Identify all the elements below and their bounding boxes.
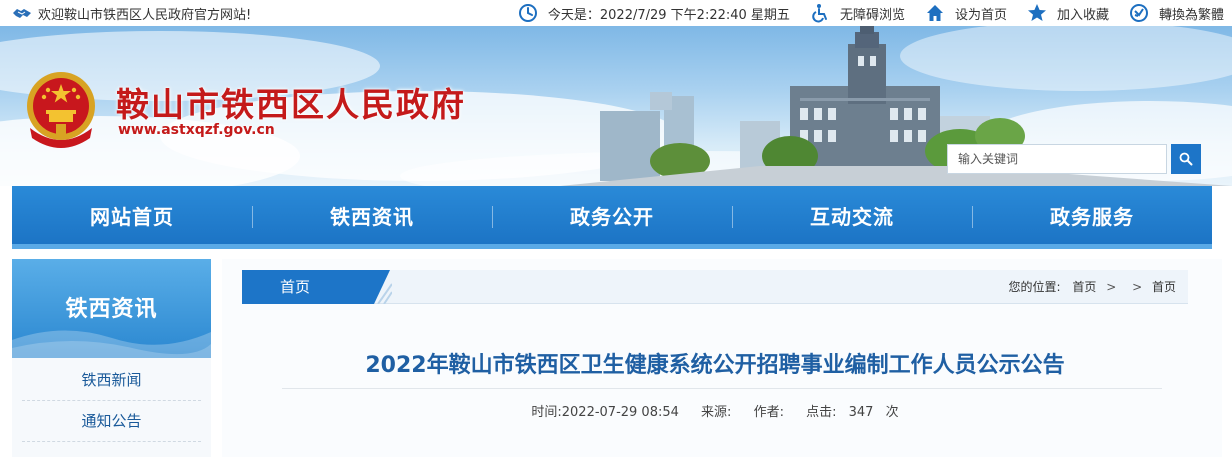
sidebar-header: 铁西资讯 [12,259,211,358]
sidebar-wave-decoration [12,330,211,358]
clock-icon [518,4,537,22]
breadcrumb-separator: > [1132,280,1143,294]
clicks-value: 347 [848,405,874,420]
date-value: 2022/7/29 下午2:22:40 星期五 [599,7,790,23]
date-display: 今天是： 2022/7/29 下午2:22:40 星期五 [518,3,790,23]
set-home-label: 设为首页 [954,7,1007,23]
search-icon [1179,152,1193,166]
accessibility-link[interactable]: 无障碍浏览 [810,3,905,23]
top-utility-links: 今天是： 2022/7/29 下午2:22:40 星期五 无障碍浏览 设为首页 … [498,2,1224,24]
add-favorite-label: 加入收藏 [1056,7,1109,23]
location-label: 您的位置: [1008,280,1061,294]
home-icon [926,5,943,21]
breadcrumb-tab: 首页 [242,270,390,304]
sidebar-item-notices[interactable]: 通知公告 [22,401,201,442]
traditional-chinese-link[interactable]: 轉換為繁體 [1129,3,1224,23]
sidebar-menu: 铁西新闻 通知公告 [12,358,211,457]
article-title: 2022年鞍山市铁西区卫生健康系统公开招聘事业编制工作人员公示公告 [365,353,1065,378]
wheelchair-icon [812,4,827,23]
national-emblem-icon [27,72,95,148]
nav-item-services[interactable]: 政务服务 [972,186,1212,244]
article-meta: 时间:2022-07-29 08:54 来源: 作者: 点击: 347 次 [242,401,1188,420]
breadcrumb-path: 您的位置: 首页 > > 首页 [1008,270,1176,304]
title-divider [282,388,1162,389]
nav-item-government-affairs[interactable]: 政务公开 [492,186,732,244]
time-value: 2022-07-29 08:54 [561,405,679,420]
add-favorite-link[interactable]: 加入收藏 [1027,3,1109,23]
handshake-icon [13,9,31,18]
set-home-link[interactable]: 设为首页 [925,3,1007,23]
time-info: 时间:2022-07-29 08:54 [531,405,679,420]
source-label: 来源: [701,405,732,420]
nav-item-home[interactable]: 网站首页 [12,186,252,244]
search-input[interactable] [947,144,1167,174]
sidebar-item-news[interactable]: 铁西新闻 [22,360,201,401]
author-label: 作者: [753,405,784,420]
date-prefix: 今天是： [547,7,600,23]
site-url: www.astxqzf.gov.cn [118,122,275,138]
site-name: 鞍山市铁西区人民政府 [116,85,466,124]
accessibility-label: 无障碍浏览 [839,7,905,23]
search-button[interactable] [1171,144,1201,174]
convert-label: 轉換為繁體 [1158,7,1224,23]
convert-icon [1129,4,1148,22]
welcome-text: 欢迎鞍山市铁西区人民政府官方网站! [38,7,252,23]
star-icon [1027,4,1046,21]
time-label: 时间: [531,405,562,420]
welcome-message: 欢迎鞍山市铁西区人民政府官方网站! [12,4,252,23]
nav-item-interaction[interactable]: 互动交流 [732,186,972,244]
breadcrumb: 首页 您的位置: 首页 > > 首页 [242,270,1188,304]
breadcrumb-separator: > [1106,280,1117,294]
nav-item-news[interactable]: 铁西资讯 [252,186,492,244]
clicks-label: 点击: [806,405,837,420]
top-bar: 欢迎鞍山市铁西区人民政府官方网站! 今天是： 2022/7/29 下午2:22:… [0,0,1232,26]
sidebar-title: 铁西资讯 [65,297,158,322]
clicks-unit: 次 [885,405,899,420]
main-navigation: 网站首页 铁西资讯 政务公开 互动交流 政务服务 [12,186,1212,249]
breadcrumb-current-link[interactable]: 首页 [1152,280,1176,294]
article-panel: 首页 您的位置: 首页 > > 首页 2022年鞍山市铁西区卫生健康系统公开招聘… [222,259,1222,457]
breadcrumb-home-link[interactable]: 首页 [1072,280,1096,294]
